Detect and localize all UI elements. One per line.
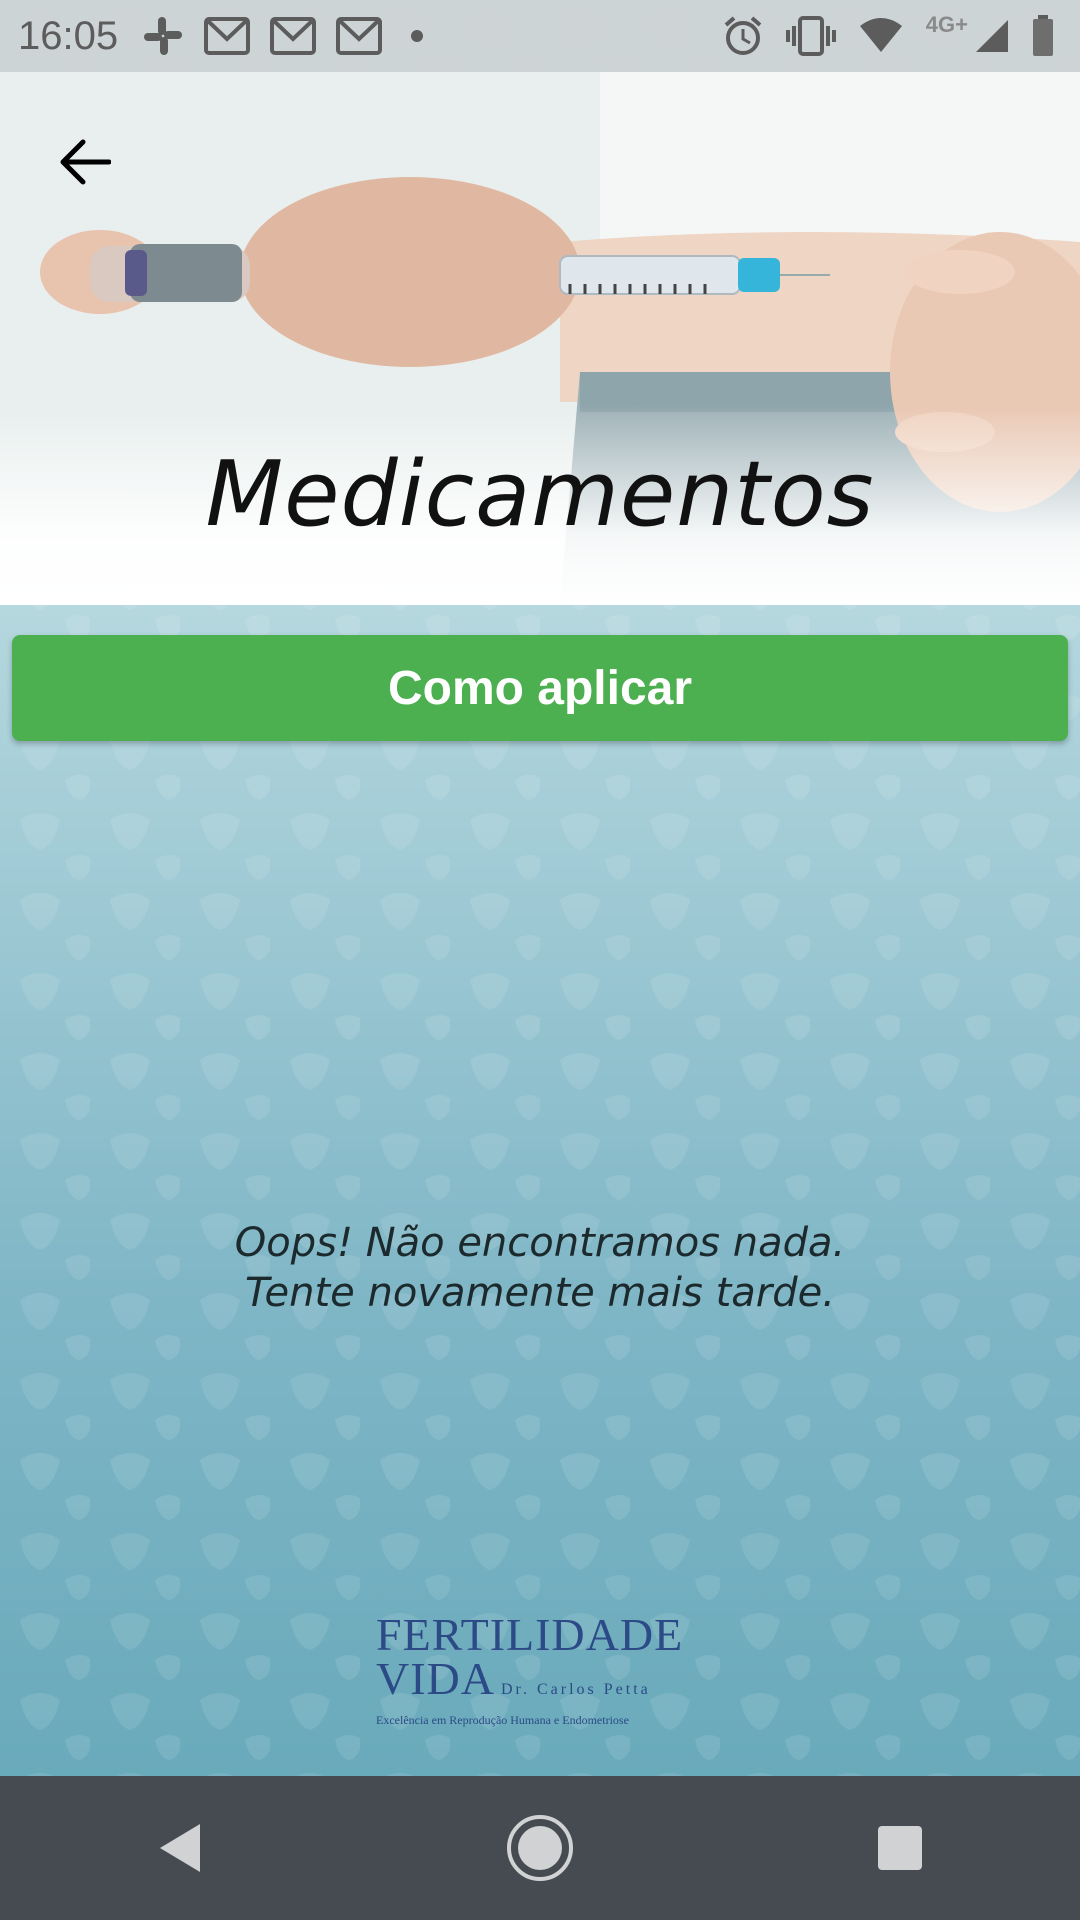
battery-icon: [1033, 15, 1053, 56]
gmail-icon: [336, 17, 383, 55]
navigation-bar: [0, 1776, 1080, 1920]
nav-recents-button[interactable]: [840, 1788, 960, 1908]
network-label: 4G+: [925, 12, 968, 37]
logo-line-1: FERTILIDADE: [376, 1609, 684, 1660]
system-icons: 4G+: [722, 0, 1054, 72]
signal-icon: [976, 20, 1008, 52]
slack-icon: [144, 17, 183, 55]
hero-header: Medicamentos: [0, 72, 1080, 605]
empty-state-line-1: Oops! Não encontramos nada.: [234, 1220, 846, 1266]
logo-vida: VIDA: [376, 1653, 495, 1704]
vibrate-icon: [785, 16, 836, 56]
nav-home-icon: [507, 1815, 573, 1881]
notification-dot-icon: [411, 30, 424, 42]
how-to-apply-button[interactable]: Como aplicar: [12, 635, 1068, 741]
empty-state-line-2: Tente novamente mais tarde.: [245, 1270, 835, 1316]
gmail-icon: [204, 17, 251, 55]
logo-line-2: VIDA Dr. Carlos Petta: [376, 1653, 706, 1711]
fertilidade-vida-logo: FERTILIDADE VIDA Dr. Carlos Petta Excelê…: [376, 1612, 706, 1728]
notification-icons: [142, 15, 432, 57]
page-title: Medicamentos: [205, 442, 875, 547]
logo-doctor: Dr. Carlos Petta: [500, 1681, 651, 1698]
nav-recents-icon: [878, 1826, 922, 1870]
status-bar: 16:05 4G+: [0, 0, 1080, 72]
empty-state-message: Oops! Não encontramos nada. Tente novame…: [0, 1218, 1080, 1318]
alarm-icon: [724, 16, 762, 55]
gmail-icon: [270, 17, 317, 55]
nav-back-icon: [160, 1824, 200, 1872]
nav-back-button[interactable]: [120, 1788, 240, 1908]
nav-home-button[interactable]: [480, 1788, 600, 1908]
logo-tagline: Excelência em Reprodução Humana e Endome…: [376, 1713, 629, 1727]
status-time: 16:05: [18, 13, 119, 58]
back-button[interactable]: [50, 127, 120, 197]
wifi-icon: [859, 18, 902, 52]
arrow-back-icon: [60, 139, 111, 185]
